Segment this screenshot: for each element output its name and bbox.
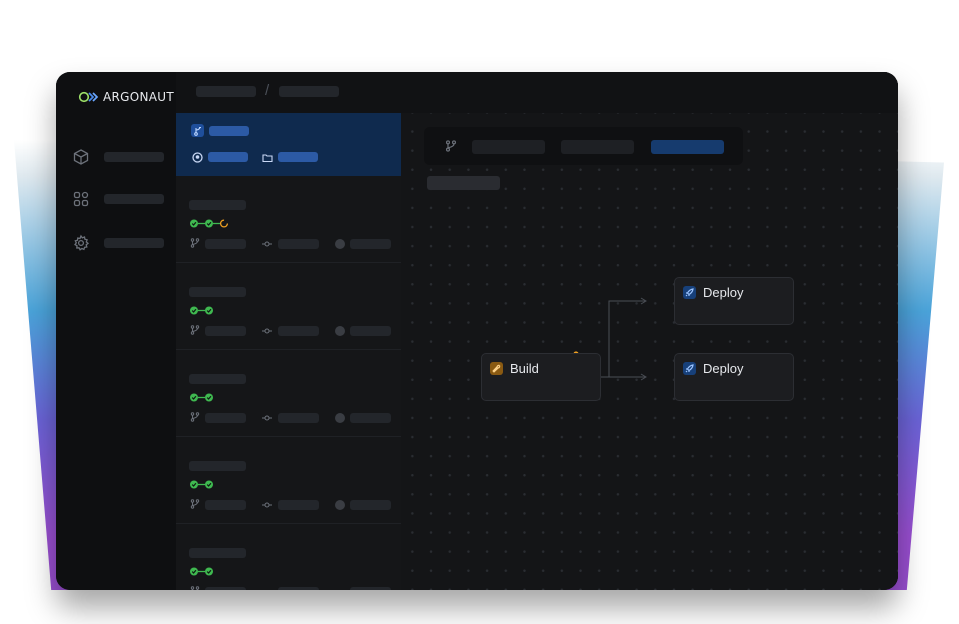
author-label (350, 587, 391, 590)
sidebar-item-projects[interactable] (72, 190, 164, 208)
commit-label (278, 239, 319, 249)
folder-icon (262, 154, 273, 163)
author-label (350, 326, 391, 336)
rocket-icon (683, 362, 696, 375)
list-item[interactable] (176, 263, 401, 350)
commit-icon (262, 241, 272, 247)
avatar (335, 239, 345, 249)
avatar (335, 500, 345, 510)
argonaut-logo-icon (78, 91, 99, 103)
github-icon (192, 152, 203, 163)
commit-label (278, 500, 319, 510)
branch-icon (190, 586, 200, 590)
list-item[interactable] (176, 176, 401, 263)
commit-icon (262, 415, 272, 421)
breadcrumb-separator: / (265, 82, 270, 99)
item-title (189, 461, 246, 471)
list-item-selected[interactable] (176, 113, 401, 176)
commit-label (278, 326, 319, 336)
branch-label (205, 326, 246, 336)
rocket-icon (683, 286, 696, 299)
grid-icon (73, 191, 89, 207)
pipeline-connectors (573, 297, 647, 381)
sidebar-item-settings[interactable] (72, 234, 164, 252)
pipeline-canvas[interactable]: Build Deploy Deploy (401, 113, 898, 590)
list-item[interactable] (176, 350, 401, 437)
status-chain (189, 566, 217, 577)
breadcrumb-item[interactable] (196, 86, 256, 97)
selected-title (209, 126, 249, 136)
wrench-icon (490, 362, 503, 375)
item-title (189, 287, 246, 297)
node-label: Build (510, 361, 539, 376)
branch-label (205, 587, 246, 590)
item-title (189, 374, 246, 384)
breadcrumb-item[interactable] (279, 86, 339, 97)
build-node[interactable]: Build (481, 353, 601, 401)
sidebar: ARGONAUT (56, 72, 176, 590)
status-chain (189, 305, 217, 316)
branch-icon (190, 412, 200, 422)
main-panel: / Build Deploy Deploy (176, 72, 898, 590)
branch-icon (190, 238, 200, 248)
status-chain (189, 479, 217, 490)
brand-name: ARGONAUT (103, 90, 174, 104)
node-label: Deploy (703, 361, 744, 376)
author-label (350, 239, 391, 249)
commit-label (278, 413, 319, 423)
pipeline-list (176, 113, 401, 590)
item-title (189, 548, 246, 558)
pipeline-icon (191, 124, 204, 137)
deploy-node[interactable]: Deploy (674, 277, 794, 325)
cube-icon (73, 149, 89, 165)
list-item[interactable] (176, 437, 401, 524)
branch-label (205, 239, 246, 249)
path-label (278, 152, 318, 162)
gear-icon (74, 234, 90, 251)
repo-label (208, 152, 248, 162)
brand-logo[interactable]: ARGONAUT (78, 90, 174, 104)
commit-icon (262, 502, 272, 508)
status-chain (189, 218, 231, 229)
deploy-node[interactable]: Deploy (674, 353, 794, 401)
sidebar-item-label (104, 238, 164, 248)
list-item[interactable] (176, 524, 401, 590)
branch-icon (190, 325, 200, 335)
author-label (350, 500, 391, 510)
branch-label (205, 500, 246, 510)
avatar (335, 413, 345, 423)
app-window: ARGONAUT / Build Deploy Deploy (56, 72, 898, 590)
sidebar-item-label (104, 152, 164, 162)
avatar (335, 326, 345, 336)
author-label (350, 413, 391, 423)
item-title (189, 200, 246, 210)
commit-icon (262, 328, 272, 334)
breadcrumb: / (176, 72, 898, 113)
branch-icon (190, 499, 200, 509)
sidebar-item-applications[interactable] (72, 148, 164, 166)
node-label: Deploy (703, 285, 744, 300)
status-chain (189, 392, 217, 403)
branch-label (205, 413, 246, 423)
commit-label (278, 587, 319, 590)
sidebar-item-label (104, 194, 164, 204)
